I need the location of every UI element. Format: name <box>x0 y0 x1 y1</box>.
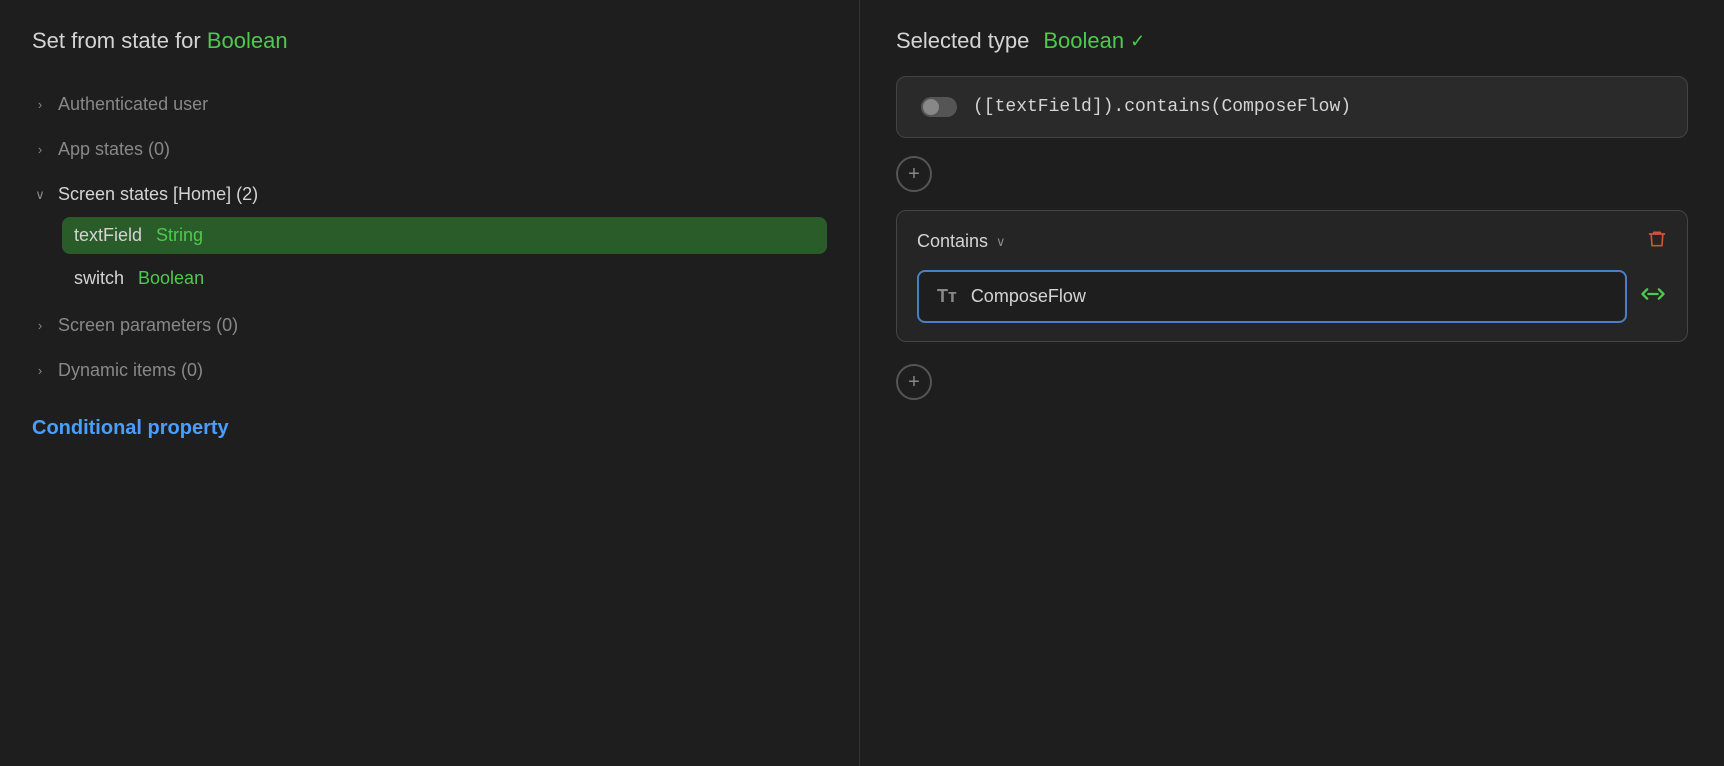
selected-type-value: Boolean ✓ <box>1043 28 1145 54</box>
sidebar-item-label: Dynamic items (0) <box>58 360 203 381</box>
sidebar-item-label: App states (0) <box>58 139 170 160</box>
state-type: Boolean <box>138 268 204 289</box>
chevron-icon: › <box>32 363 48 378</box>
condition-card: Contains ∨ Tт ComposeFlow <box>896 210 1688 342</box>
state-name: switch <box>74 268 124 289</box>
state-type: String <box>156 225 203 246</box>
conditional-property-label: Conditional property <box>32 417 229 439</box>
conditional-property-button[interactable]: Conditional property <box>32 417 827 440</box>
selected-type-label: Selected type <box>896 28 1029 54</box>
bind-variable-button[interactable] <box>1639 280 1667 314</box>
sidebar-item-app-states[interactable]: › App states (0) <box>32 127 827 172</box>
expression-box: ([textField]).contains(ComposeFlow) <box>896 76 1688 138</box>
right-panel: Selected type Boolean ✓ ([textField]).co… <box>860 0 1724 766</box>
toggle-icon[interactable] <box>921 97 957 117</box>
chevron-down-icon: ∨ <box>996 234 1006 250</box>
value-input-box[interactable]: Tт ComposeFlow <box>917 270 1627 323</box>
sidebar-item-dynamic-items[interactable]: › Dynamic items (0) <box>32 348 827 393</box>
delete-condition-button[interactable] <box>1647 229 1667 254</box>
add-icon: + <box>908 371 920 394</box>
text-type-icon: Tт <box>937 286 957 307</box>
value-text: ComposeFlow <box>971 286 1086 307</box>
add-condition-button-top[interactable]: + <box>896 156 932 192</box>
sidebar-item-screen-parameters[interactable]: › Screen parameters (0) <box>32 303 827 348</box>
sidebar-item-screen-states[interactable]: ∨ Screen states [Home] (2) <box>32 172 827 217</box>
title-text: Set from state for <box>32 28 207 53</box>
sidebar-item-label: Authenticated user <box>58 94 208 115</box>
dropdown-label: Contains <box>917 231 988 252</box>
sidebar-item-label: Screen parameters (0) <box>58 315 238 336</box>
chevron-icon: › <box>32 142 48 157</box>
check-icon: ✓ <box>1130 31 1145 52</box>
chevron-icon: › <box>32 318 48 333</box>
selected-type-row: Selected type Boolean ✓ <box>896 28 1688 54</box>
sidebar-item-label: Screen states [Home] (2) <box>58 184 258 205</box>
state-name: textField <box>74 225 142 246</box>
value-input-row: Tт ComposeFlow <box>917 270 1667 323</box>
left-panel: Set from state for Boolean › Authenticat… <box>0 0 860 766</box>
state-item-textfield[interactable]: textField String <box>62 217 827 254</box>
title-type: Boolean <box>207 28 288 53</box>
expression-text: ([textField]).contains(ComposeFlow) <box>973 97 1351 117</box>
sidebar-item-authenticated-user[interactable]: › Authenticated user <box>32 82 827 127</box>
add-condition-button-bottom[interactable]: + <box>896 364 932 400</box>
screen-states-children: textField String switch Boolean <box>62 217 827 303</box>
condition-header: Contains ∨ <box>917 229 1667 254</box>
type-value-text: Boolean <box>1043 28 1124 54</box>
chevron-icon: › <box>32 97 48 112</box>
state-item-switch[interactable]: switch Boolean <box>62 260 827 297</box>
chevron-icon: ∨ <box>32 187 48 203</box>
add-icon: + <box>908 163 920 186</box>
page-title: Set from state for Boolean <box>32 28 827 54</box>
contains-dropdown[interactable]: Contains ∨ <box>917 231 1006 252</box>
